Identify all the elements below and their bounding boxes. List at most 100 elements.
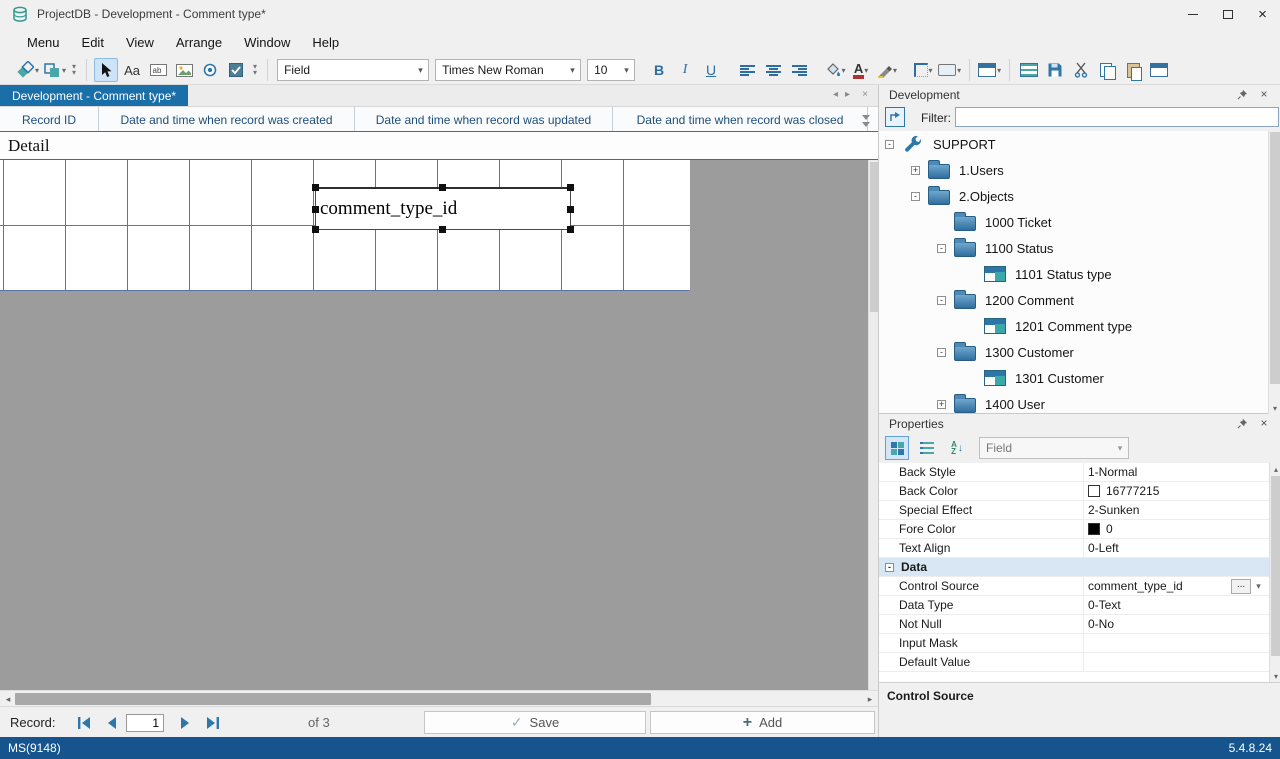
- tab-scroll-left-icon[interactable]: ◂: [833, 89, 838, 100]
- tree-item[interactable]: -2.Objects: [879, 183, 1267, 209]
- image-tool-button[interactable]: [172, 58, 196, 82]
- vertical-scrollbar[interactable]: [868, 160, 878, 690]
- collapse-icon[interactable]: -: [937, 244, 946, 253]
- tree-scrollbar[interactable]: ▾: [1268, 131, 1280, 414]
- property-value[interactable]: 0: [1083, 520, 1269, 538]
- tree-item[interactable]: -1200 Comment: [879, 287, 1267, 313]
- section-header-detail[interactable]: Detail: [0, 131, 878, 160]
- minimize-button[interactable]: [1175, 0, 1210, 28]
- design-canvas[interactable]: comment_type_id: [0, 160, 878, 690]
- pointer-tool-button[interactable]: [94, 58, 118, 82]
- menu-item-help[interactable]: Help: [301, 30, 350, 55]
- property-value[interactable]: 0-Text: [1083, 596, 1269, 614]
- pin-icon[interactable]: [1235, 87, 1249, 101]
- record-last-button[interactable]: [199, 712, 225, 733]
- tree-item[interactable]: -SUPPORT: [879, 131, 1267, 157]
- add-record-button[interactable]: + Add: [650, 711, 875, 734]
- document-tab[interactable]: Development - Comment type*: [0, 85, 188, 106]
- form-button[interactable]: ▾: [977, 58, 1002, 82]
- align-center-button[interactable]: [761, 58, 785, 82]
- close-panel-icon[interactable]: ×: [1257, 87, 1271, 101]
- menu-item-arrange[interactable]: Arrange: [165, 30, 233, 55]
- expand-icon[interactable]: +: [937, 400, 946, 409]
- scroll-right-icon[interactable]: ▸: [862, 692, 878, 706]
- selection-handle[interactable]: [312, 184, 319, 191]
- property-value[interactable]: 16777215: [1083, 482, 1269, 500]
- window-button[interactable]: [1147, 58, 1171, 82]
- tree-item[interactable]: -1100 Status: [879, 235, 1267, 261]
- selection-handle[interactable]: [567, 184, 574, 191]
- menu-item-window[interactable]: Window: [233, 30, 301, 55]
- property-value[interactable]: 0-Left: [1083, 539, 1269, 557]
- underline-button[interactable]: U: [699, 58, 723, 82]
- property-row[interactable]: Fore Color0: [879, 520, 1269, 539]
- radio-tool-button[interactable]: [198, 58, 222, 82]
- selected-field-control[interactable]: comment_type_id: [315, 187, 571, 230]
- scroll-down-icon[interactable]: ▾: [1269, 402, 1280, 414]
- save-button[interactable]: [1043, 58, 1067, 82]
- property-value[interactable]: [1083, 653, 1269, 671]
- textbox-tool-button[interactable]: ab: [146, 58, 170, 82]
- expand-icon[interactable]: +: [911, 166, 920, 175]
- property-row[interactable]: Special Effect2-Sunken: [879, 501, 1269, 520]
- save-record-button[interactable]: ✓ Save: [424, 711, 646, 734]
- property-value[interactable]: 0-No: [1083, 615, 1269, 633]
- copy-button[interactable]: [1095, 58, 1119, 82]
- tab-scroll-right-icon[interactable]: ▸: [845, 89, 850, 100]
- categorized-view-button[interactable]: [885, 436, 909, 460]
- label-tool-button[interactable]: Aa: [120, 58, 144, 82]
- property-value[interactable]: [1083, 634, 1269, 652]
- design-view-button[interactable]: ▾: [15, 58, 40, 82]
- tools-overflow-icon[interactable]: ▾▾: [253, 64, 257, 76]
- selection-handle[interactable]: [439, 226, 446, 233]
- ellipsis-button[interactable]: ...: [1231, 579, 1251, 594]
- filter-input[interactable]: [955, 107, 1279, 127]
- selection-handle[interactable]: [439, 184, 446, 191]
- horizontal-scrollbar[interactable]: ◂ ▸: [0, 690, 878, 706]
- record-prev-button[interactable]: [99, 712, 125, 733]
- record-first-button[interactable]: [72, 712, 98, 733]
- collapse-icon[interactable]: -: [937, 348, 946, 357]
- property-row[interactable]: Text Align0-Left: [879, 539, 1269, 558]
- align-right-button[interactable]: [787, 58, 811, 82]
- pin-icon[interactable]: [1235, 416, 1249, 430]
- scrollbar-thumb[interactable]: [870, 162, 878, 312]
- selection-handle[interactable]: [567, 226, 574, 233]
- column-overflow-icon[interactable]: [862, 113, 870, 129]
- property-row[interactable]: Back Color16777215: [879, 482, 1269, 501]
- italic-button[interactable]: I: [673, 58, 697, 82]
- scroll-up-icon[interactable]: ▴: [1270, 463, 1280, 475]
- tree-item[interactable]: 1301 Customer: [879, 365, 1267, 391]
- property-value[interactable]: comment_type_id...▾: [1083, 577, 1269, 595]
- fill-color-button[interactable]: ▾: [823, 58, 847, 82]
- font-family-combobox[interactable]: Times New Roman ▾: [435, 59, 581, 81]
- font-color-button[interactable]: A ▾: [849, 58, 873, 82]
- bold-button[interactable]: B: [647, 58, 671, 82]
- close-button[interactable]: ×: [1245, 0, 1280, 28]
- menu-item-edit[interactable]: Edit: [71, 30, 115, 55]
- property-row[interactable]: Data Type0-Text: [879, 596, 1269, 615]
- tree-item[interactable]: 1000 Ticket: [879, 209, 1267, 235]
- scrollbar-thumb[interactable]: [1271, 476, 1280, 656]
- property-value[interactable]: 1-Normal: [1083, 463, 1269, 481]
- field-style-combobox[interactable]: Field ▾: [277, 59, 429, 81]
- record-next-button[interactable]: [172, 712, 198, 733]
- property-row[interactable]: Control Sourcecomment_type_id...▾: [879, 577, 1269, 596]
- properties-scrollbar[interactable]: ▴ ▾: [1269, 463, 1280, 682]
- filter-go-button[interactable]: [885, 107, 905, 127]
- tree-item[interactable]: 1201 Comment type: [879, 313, 1267, 339]
- property-row[interactable]: Not Null0-No: [879, 615, 1269, 634]
- selection-handle[interactable]: [312, 206, 319, 213]
- menu-item-menu[interactable]: Menu: [16, 30, 71, 55]
- column-header[interactable]: Date and time when record was created: [99, 107, 355, 132]
- alphabetical-view-button[interactable]: [915, 436, 939, 460]
- property-row[interactable]: Default Value: [879, 653, 1269, 672]
- selection-handle[interactable]: [567, 206, 574, 213]
- collapse-icon[interactable]: -: [885, 140, 894, 149]
- font-size-combobox[interactable]: 10 ▾: [587, 59, 635, 81]
- collapse-icon[interactable]: -: [885, 563, 894, 572]
- scroll-down-icon[interactable]: ▾: [1270, 670, 1280, 682]
- maximize-button[interactable]: [1210, 0, 1245, 28]
- property-row[interactable]: Input Mask: [879, 634, 1269, 653]
- scrollbar-thumb[interactable]: [15, 693, 651, 705]
